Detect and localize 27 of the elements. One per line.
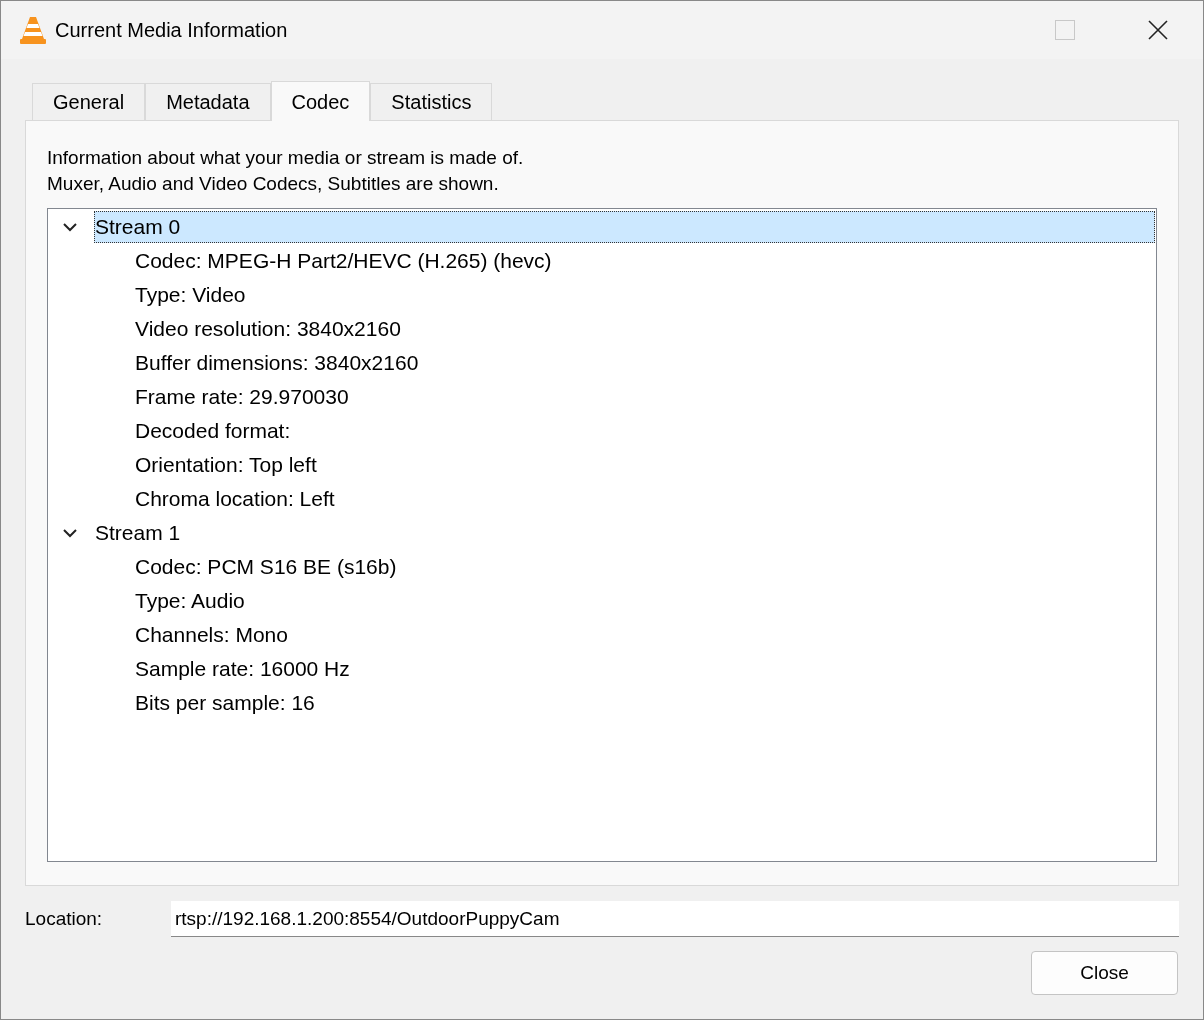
tree-item[interactable]: Type: Video [135, 279, 246, 311]
location-field[interactable]: rtsp://192.168.1.200:8554/OutdoorPuppyCam [171, 901, 1179, 937]
tab[interactable]: General [32, 83, 146, 120]
tab[interactable]: Codec [270, 81, 371, 121]
tree-item[interactable]: Channels: Mono [135, 619, 288, 651]
description-text: Information about what your media or stream is made of. [47, 146, 525, 170]
close-button[interactable]: Close [1031, 951, 1178, 995]
tree-item[interactable]: Codec: MPEG-H Part2/HEVC (H.265) (hevc) [135, 245, 552, 277]
tree-item[interactable]: Chroma location: Left [135, 483, 335, 515]
description-text: Muxer, Audio and Video Codecs, Subtitles are shown. [47, 172, 500, 196]
tab[interactable]: Statistics [370, 83, 493, 120]
window-title: Current Media Information [55, 18, 288, 43]
close-icon [1148, 20, 1168, 40]
tree-item[interactable]: Bits per sample: 16 [135, 687, 315, 719]
tree-item[interactable]: Decoded format: [135, 415, 291, 447]
tree-item[interactable]: Codec: PCM S16 BE (s16b) [135, 551, 397, 583]
location-label: Location: [25, 906, 104, 931]
tree-item[interactable]: Frame rate: 29.970030 [135, 381, 349, 413]
tree-item[interactable]: Stream 1 [94, 517, 1155, 549]
tree-item[interactable]: Type: Audio [135, 585, 245, 617]
tree-item[interactable]: Stream 0 [94, 211, 1155, 243]
tree-item[interactable]: Buffer dimensions: 3840x2160 [135, 347, 419, 379]
tree-item[interactable]: Sample rate: 16000 Hz [135, 653, 350, 685]
tree-item[interactable]: Video resolution: 3840x2160 [135, 313, 401, 345]
tree-item[interactable]: Orientation: Top left [135, 449, 317, 481]
tab[interactable]: Metadata [145, 83, 271, 120]
traffic-cone-icon [19, 15, 47, 45]
